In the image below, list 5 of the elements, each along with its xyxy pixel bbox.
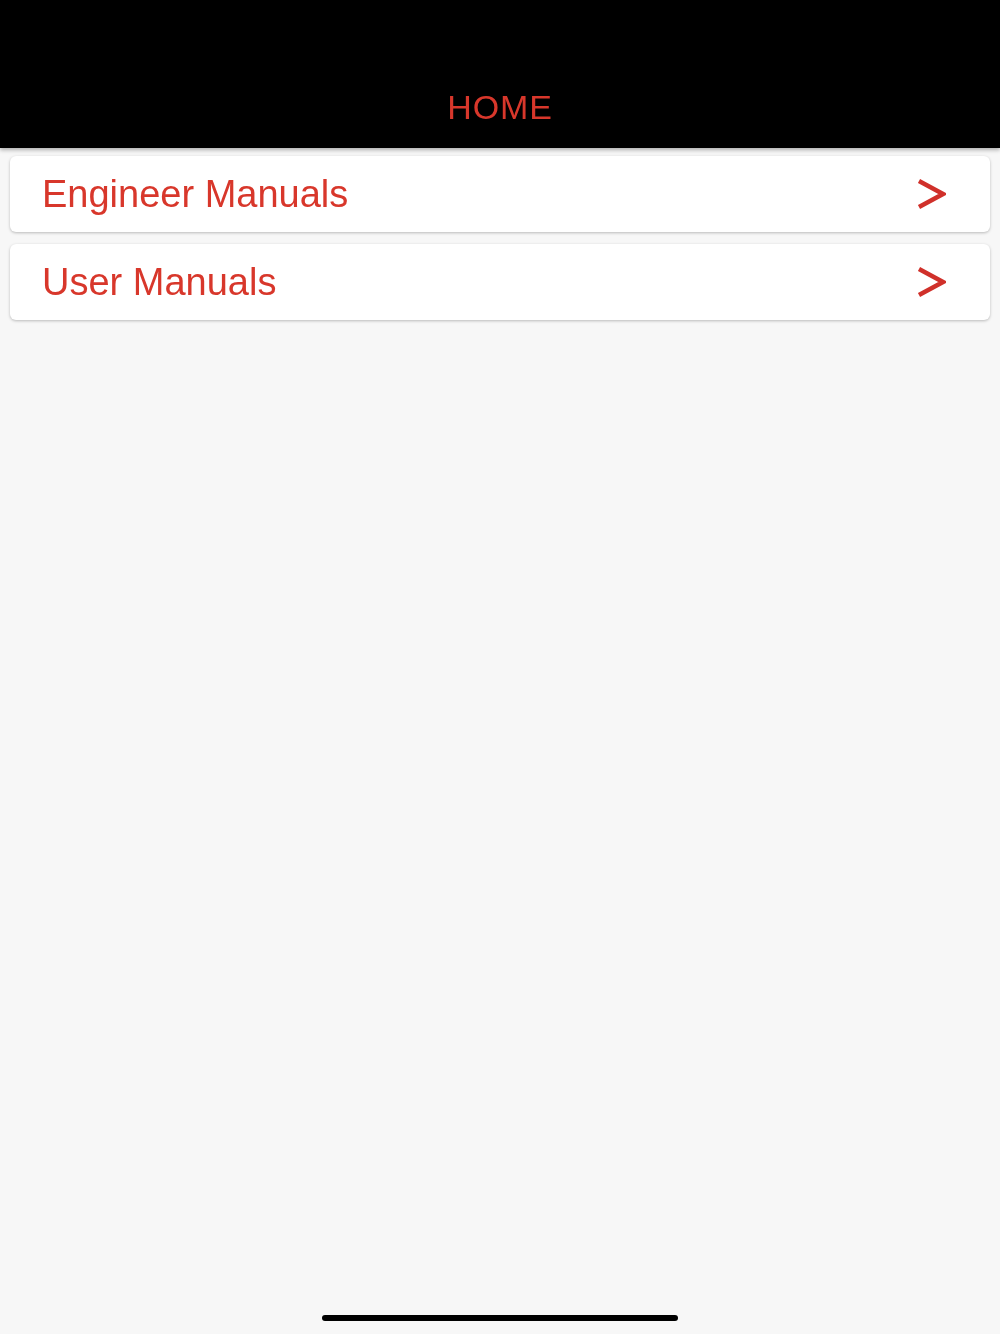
chevron-right-icon (916, 178, 946, 210)
menu-item[interactable]: User Manuals (10, 244, 990, 320)
chevron-right-icon (916, 266, 946, 298)
menu-item[interactable]: Engineer Manuals (10, 156, 990, 232)
page-title: HOME (447, 88, 553, 126)
